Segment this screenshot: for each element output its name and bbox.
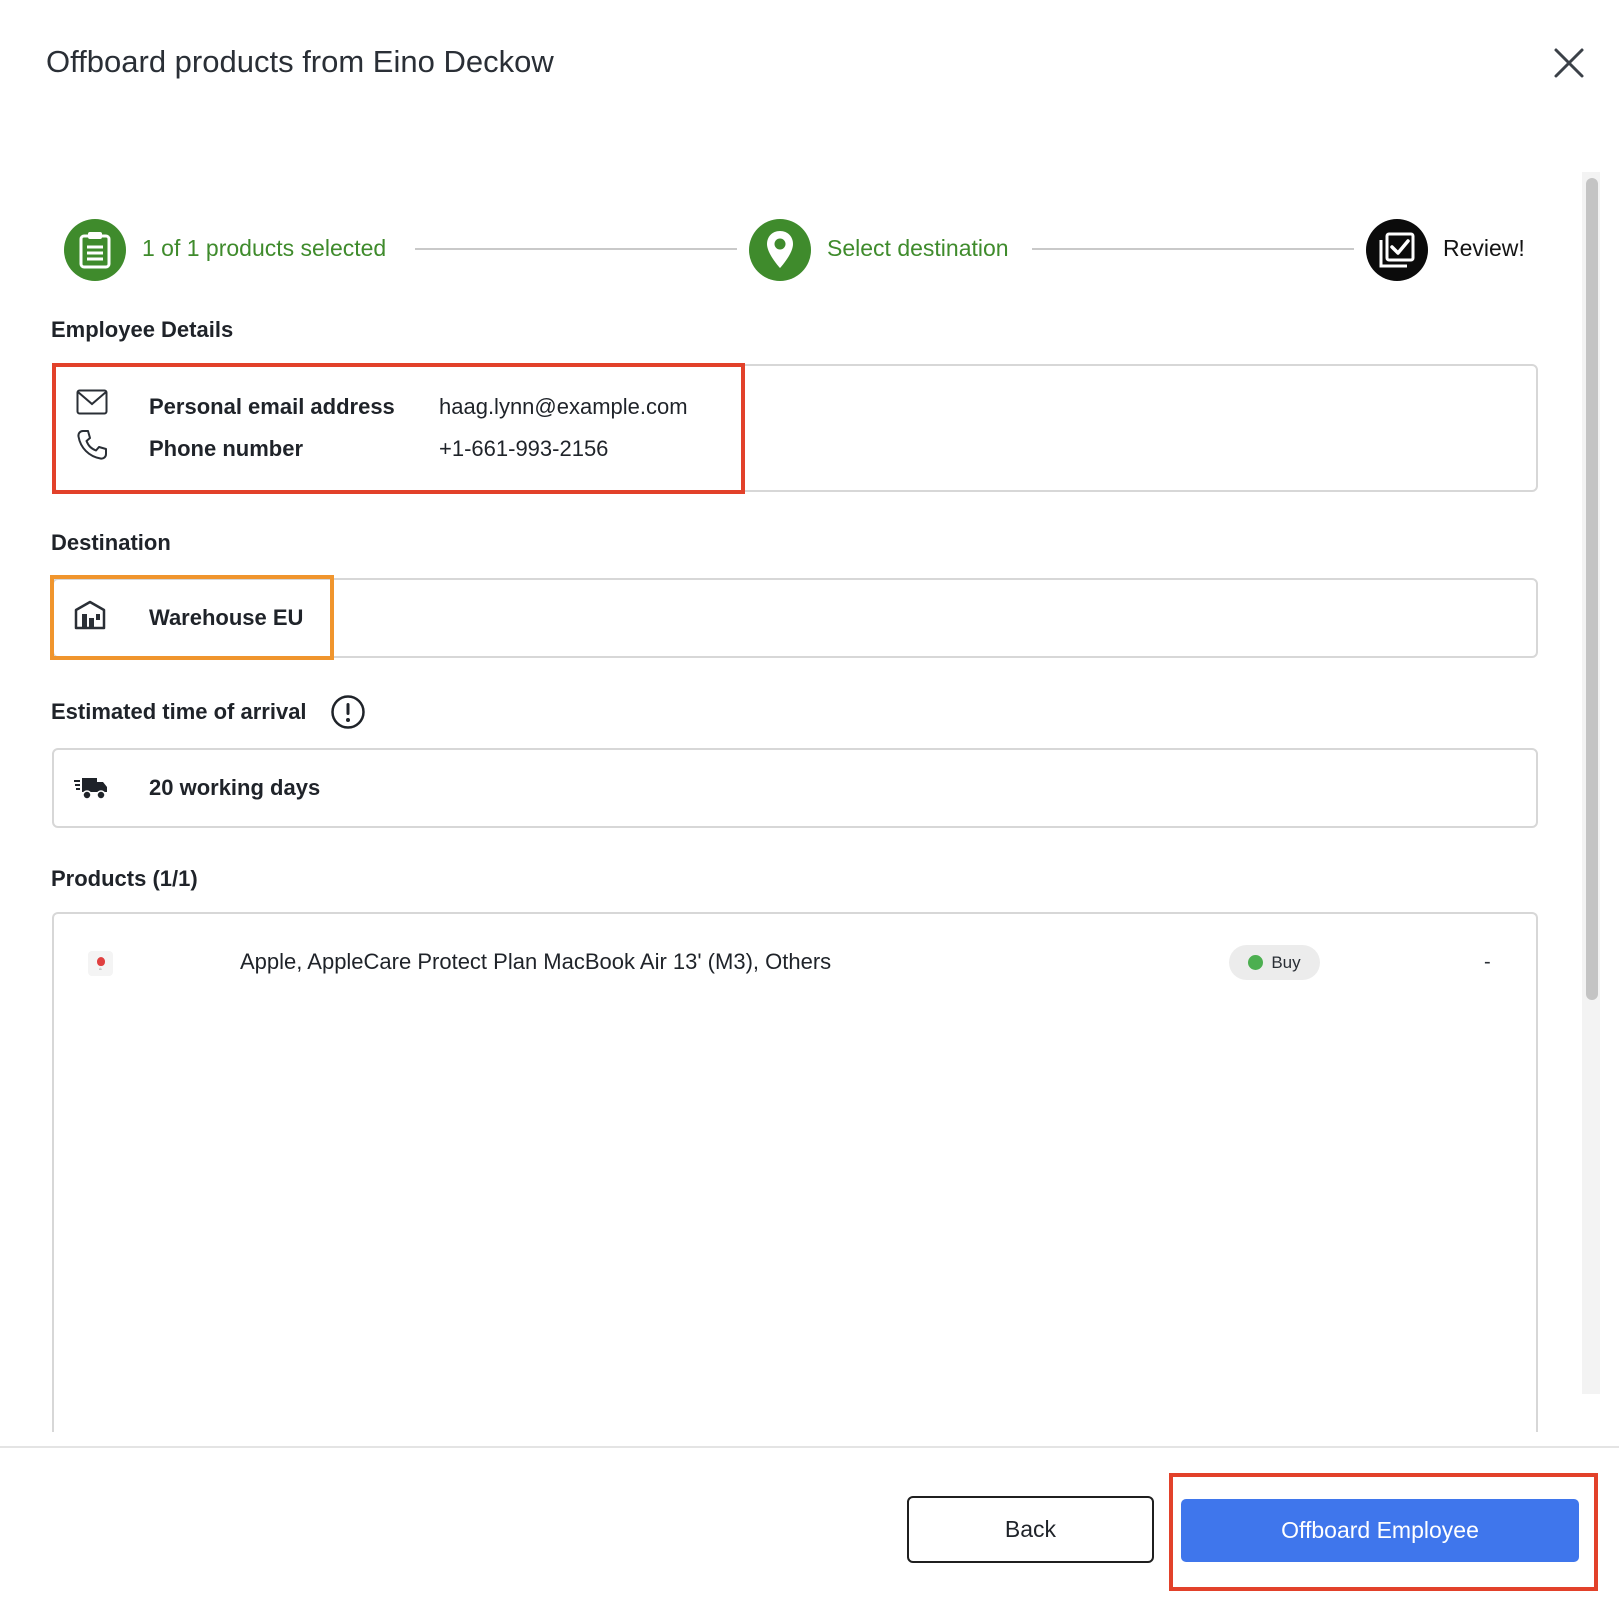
step-label-products: 1 of 1 products selected [142,235,387,261]
review-check-icon [1379,232,1415,268]
step-review [1366,219,1428,281]
email-label: Personal email address [149,394,395,419]
offboard-employee-button[interactable]: Offboard Employee [1181,1499,1579,1562]
location-pin-icon [767,231,793,268]
step-label-review: Review! [1443,235,1525,261]
info-icon[interactable] [330,694,366,730]
close-button[interactable] [1548,42,1590,84]
back-button[interactable]: Back [907,1496,1154,1563]
scrollbar-thumb[interactable] [1586,178,1598,1000]
applecare-logo-icon: ⌂ [99,965,102,971]
warehouse-icon [74,600,106,630]
destination-value: Warehouse EU [149,605,304,630]
products-card [52,912,1538,1432]
eta-heading: Estimated time of arrival [51,699,307,724]
phone-value: +1-661-993-2156 [439,436,609,461]
destination-heading: Destination [51,530,171,555]
footer-divider [0,1446,1619,1448]
mail-icon [76,389,108,415]
apple-logo-icon [96,956,105,966]
dialog-title: Offboard products from Eino Deckow [46,44,554,79]
status-badge: Buy [1229,945,1320,980]
highlight-employee-contact [52,363,745,494]
product-thumbnail: ⌂ [88,951,113,976]
eta-value: 20 working days [149,775,321,800]
step-connector [1032,248,1354,250]
step-connector [415,248,737,250]
employee-details-heading: Employee Details [51,317,234,342]
products-heading: Products (1/1) [51,866,198,891]
status-dot-icon [1248,955,1264,970]
phone-label: Phone number [149,436,304,461]
product-extra: - [1484,951,1491,973]
status-badge-label: Buy [1271,952,1301,972]
phone-icon [77,430,107,460]
close-icon [1554,48,1584,78]
product-name: Apple, AppleCare Protect Plan MacBook Ai… [240,949,832,974]
step-destination [749,219,811,281]
step-products [64,219,126,281]
step-label-destination: Select destination [827,235,1009,261]
delivery-truck-icon [74,778,107,800]
clipboard-icon [79,232,111,269]
email-value: haag.lynn@example.com [439,394,688,419]
